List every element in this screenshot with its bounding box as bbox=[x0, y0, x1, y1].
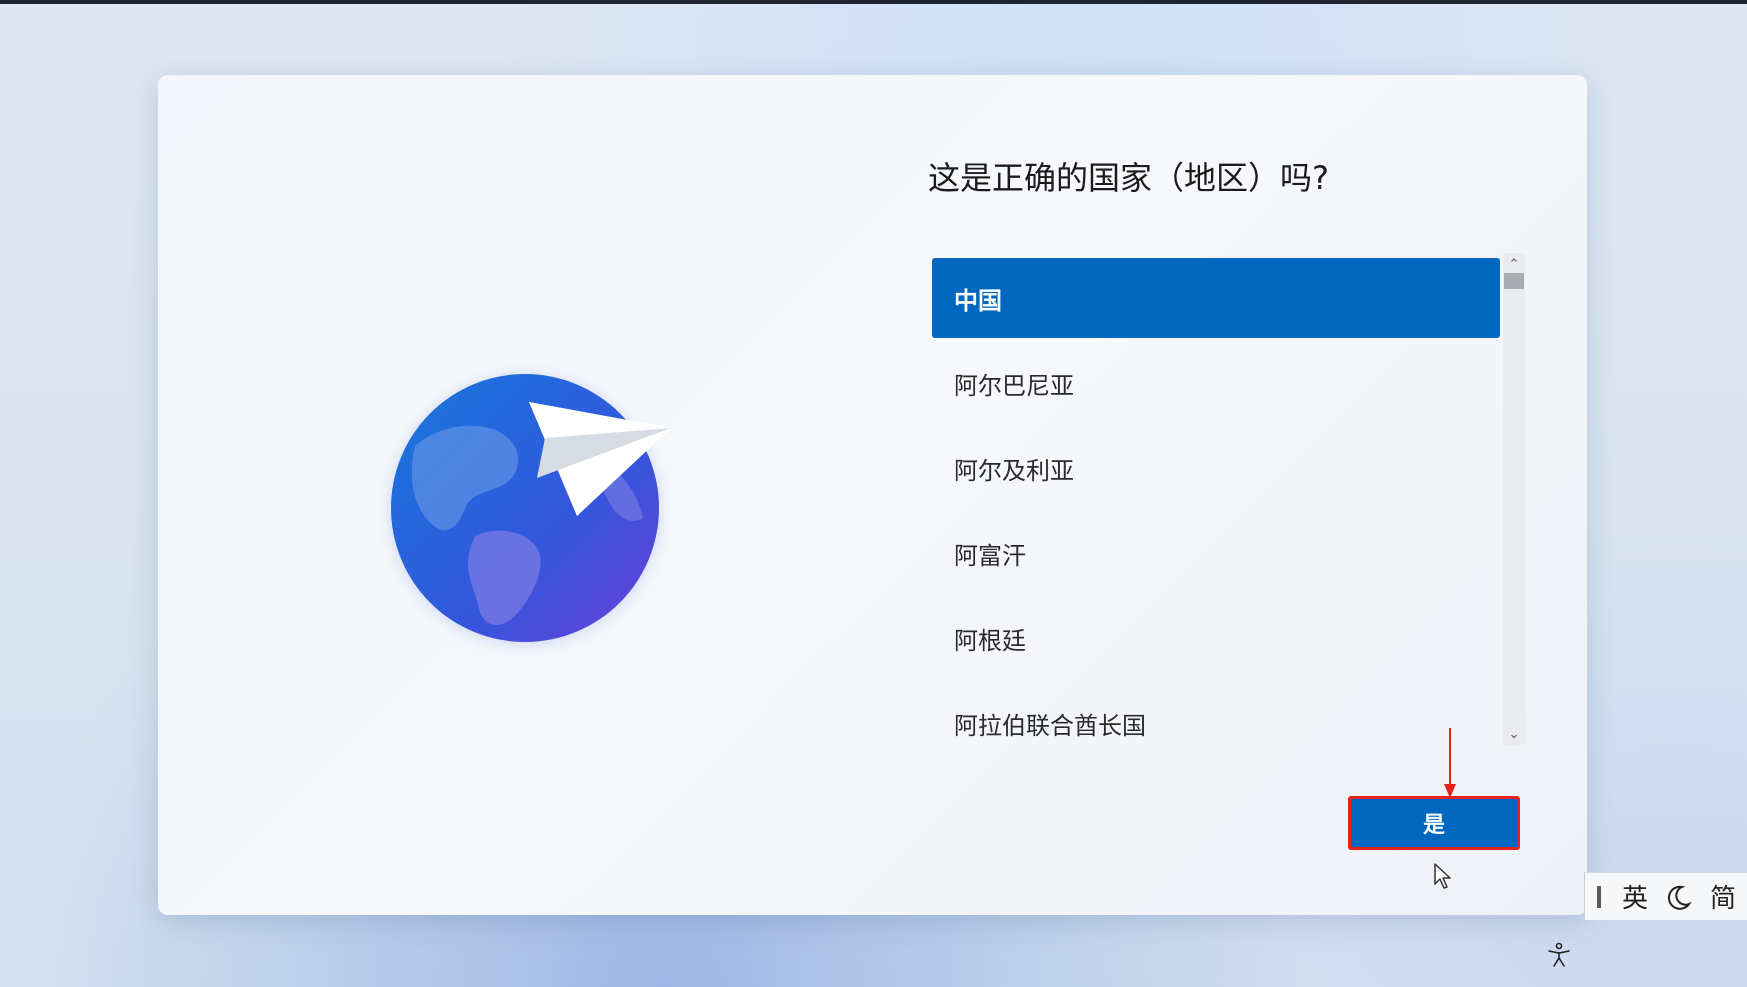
country-option-selected[interactable]: 中国 bbox=[932, 258, 1500, 338]
country-option[interactable]: 阿根廷 bbox=[932, 598, 1500, 678]
scroll-down-arrow-icon[interactable]: ⌄ bbox=[1503, 723, 1525, 745]
country-label: 阿尔巴尼亚 bbox=[954, 371, 1074, 400]
scrollbar-thumb[interactable] bbox=[1504, 273, 1524, 289]
moon-icon[interactable] bbox=[1657, 882, 1701, 912]
globe-illustration bbox=[375, 358, 675, 658]
country-label: 阿根廷 bbox=[954, 626, 1026, 655]
yes-button[interactable]: 是 bbox=[1348, 796, 1520, 850]
list-scrollbar[interactable]: ⌃ ⌄ bbox=[1503, 253, 1525, 745]
page-title: 这是正确的国家（地区）吗? bbox=[928, 159, 1329, 197]
mouse-cursor-icon bbox=[1434, 863, 1451, 889]
country-option[interactable]: 阿尔巴尼亚 bbox=[932, 343, 1500, 423]
paper-plane-icon bbox=[529, 402, 671, 516]
oobe-card: 这是正确的国家（地区）吗? 中国 阿尔巴尼亚 阿尔及利亚 阿富汗 阿根廷 阿拉伯… bbox=[158, 75, 1587, 915]
ime-toolbar: 英 简 bbox=[1584, 872, 1747, 920]
ime-drag-handle[interactable] bbox=[1597, 885, 1601, 908]
country-option[interactable]: 阿尔及利亚 bbox=[932, 428, 1500, 508]
top-edge bbox=[0, 0, 1747, 4]
ime-language-toggle[interactable]: 英 bbox=[1613, 878, 1657, 915]
country-label: 阿富汗 bbox=[954, 541, 1026, 570]
scroll-up-arrow-icon[interactable]: ⌃ bbox=[1503, 253, 1525, 275]
country-label: 中国 bbox=[954, 286, 1002, 315]
country-label: 阿尔及利亚 bbox=[954, 456, 1074, 485]
country-option[interactable]: 阿富汗 bbox=[932, 513, 1500, 593]
accessibility-icon[interactable] bbox=[1546, 942, 1572, 968]
annotation-arrow-icon bbox=[1444, 728, 1456, 798]
ime-script-toggle[interactable]: 简 bbox=[1701, 878, 1745, 915]
country-label: 阿拉伯联合酋长国 bbox=[954, 711, 1146, 740]
country-option[interactable]: 阿拉伯联合酋长国 bbox=[932, 683, 1500, 763]
